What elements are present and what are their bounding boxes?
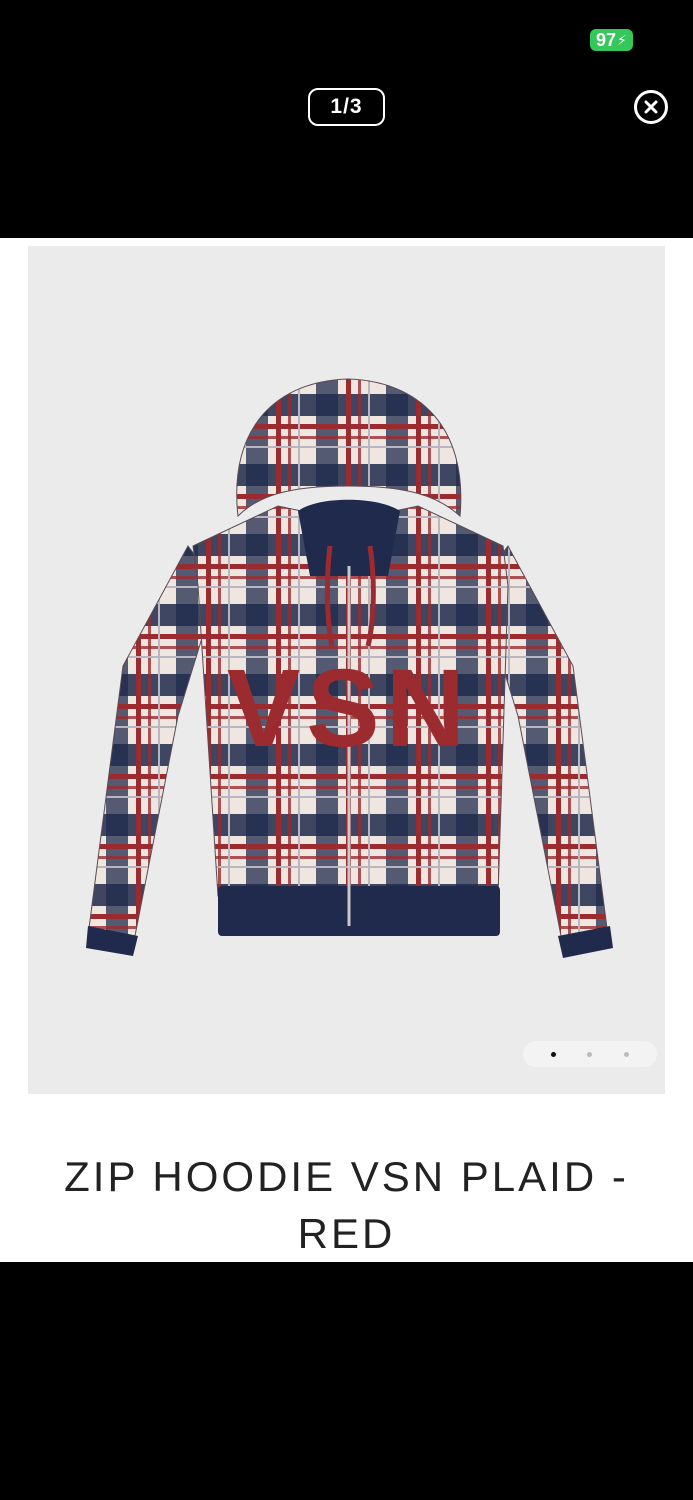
hoodie-illustration: VSN xyxy=(86,378,613,958)
close-circle-icon xyxy=(644,100,658,114)
battery-level: 97 xyxy=(596,30,617,50)
product-title: ZIP HOODIE VSN PLAID - RED xyxy=(64,1153,629,1257)
pagination-dot-3[interactable] xyxy=(624,1051,630,1057)
close-button[interactable] xyxy=(634,90,668,124)
product-image[interactable]: VSN xyxy=(28,246,665,1094)
pagination-dot-1[interactable] xyxy=(550,1051,556,1057)
carousel-pagination[interactable] xyxy=(523,1041,657,1067)
image-counter: 1/3 xyxy=(308,88,385,126)
battery-indicator: 97 ⚡ xyxy=(590,29,633,51)
status-bar: 97 ⚡ xyxy=(0,0,693,80)
product-page: VSN ZIP HOODIE VSN PLAID - RED xyxy=(0,238,693,1262)
pagination-dot-2[interactable] xyxy=(587,1051,593,1057)
charging-bolt-icon: ⚡ xyxy=(617,32,627,48)
hoodie-print-text: VSN xyxy=(227,647,471,770)
bottom-overlay xyxy=(0,1262,693,1500)
